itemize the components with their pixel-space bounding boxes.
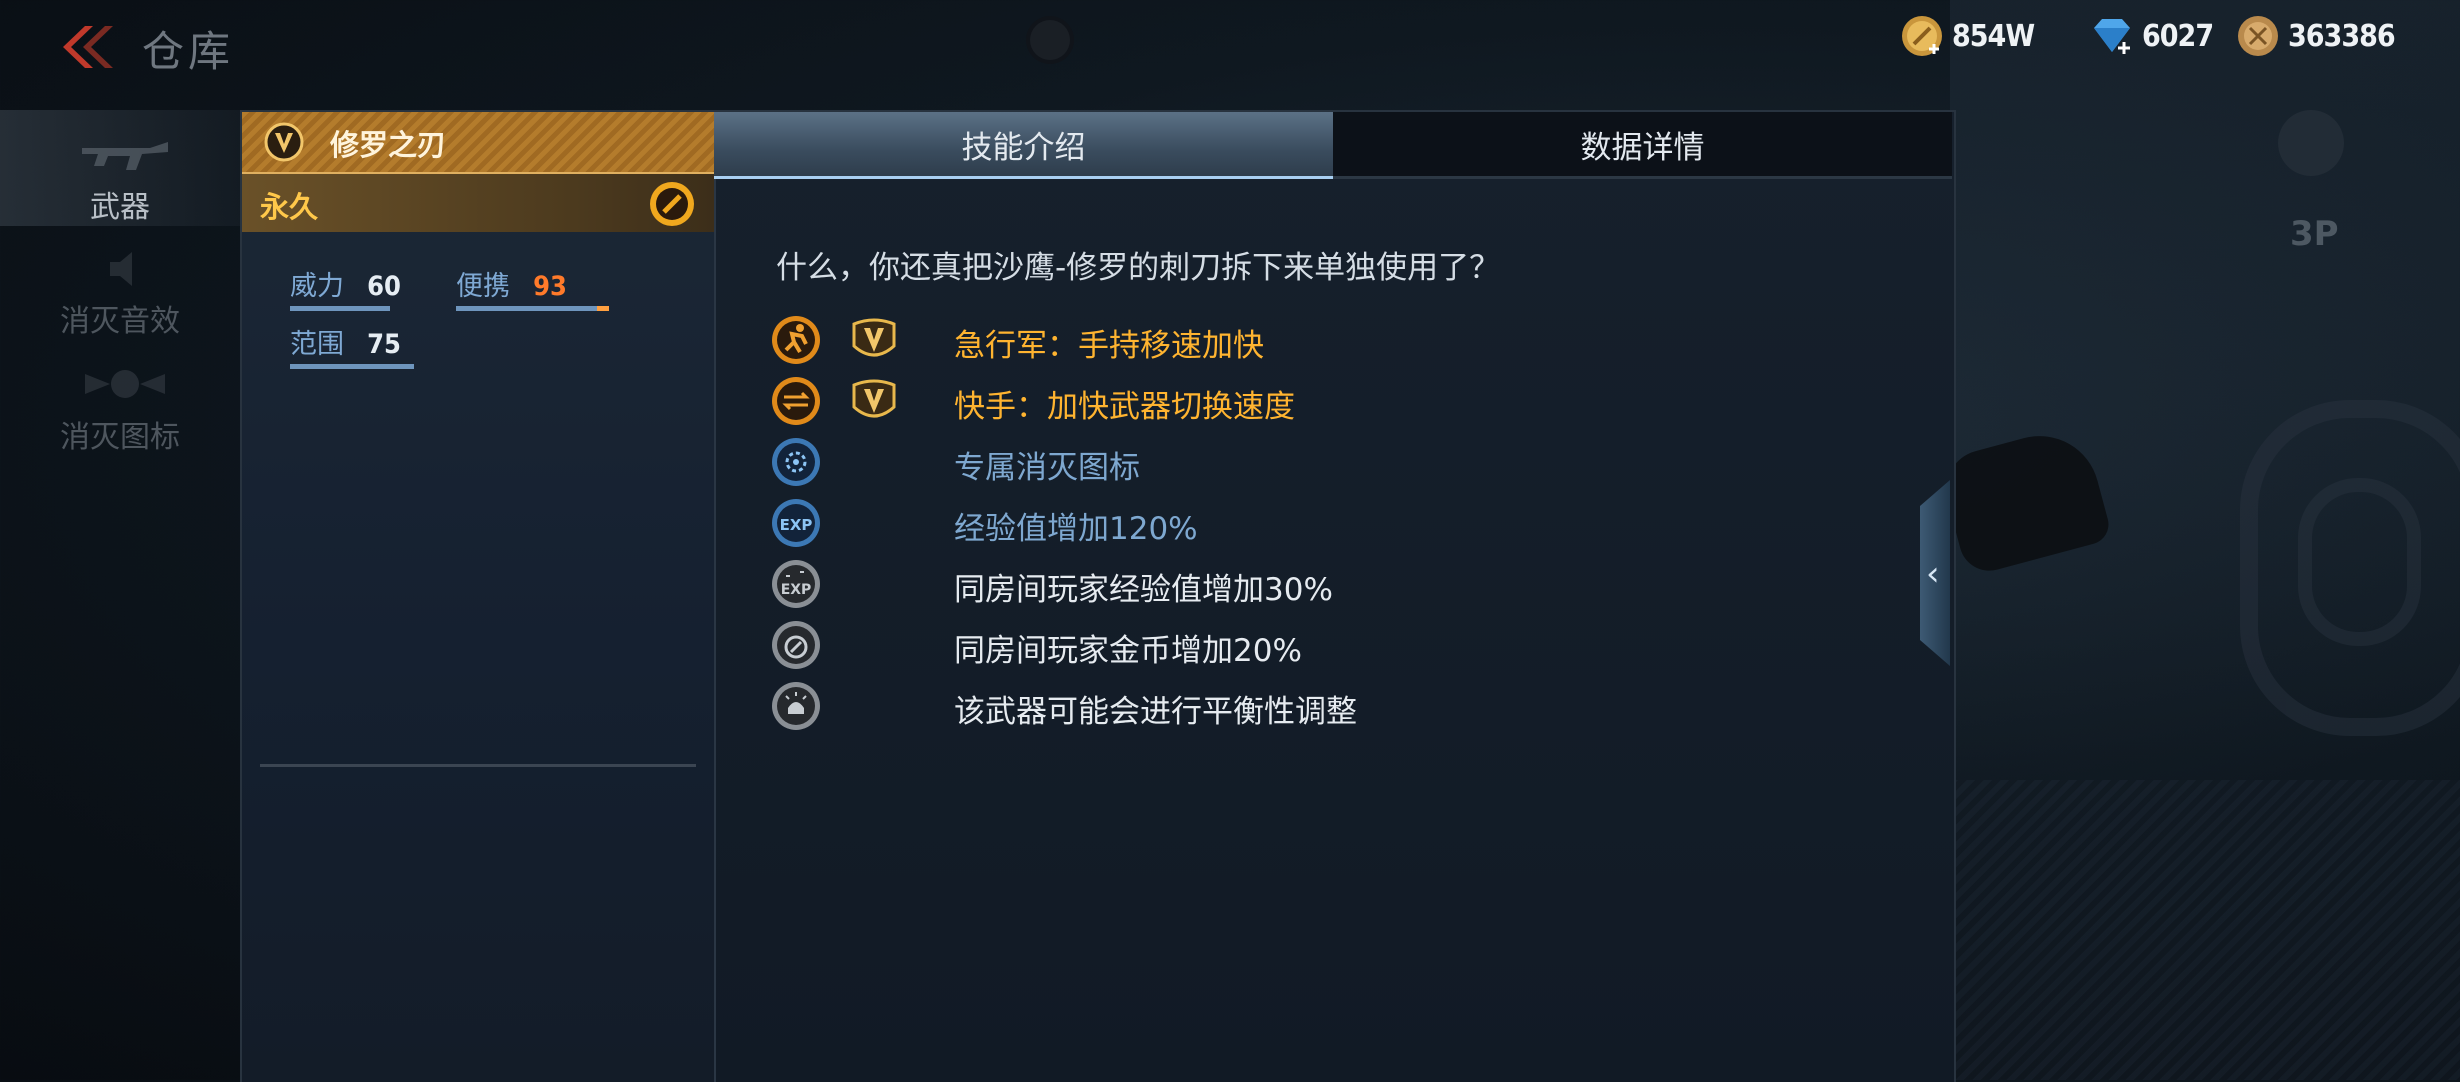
coin-currency[interactable]: 363386 <box>2236 14 2396 58</box>
detail-tabs: 技能介绍 数据详情 <box>714 112 1952 179</box>
room-gold-icon <box>772 621 820 669</box>
weapon-name: 修罗之刃 <box>330 128 447 162</box>
sound-icon <box>110 252 132 286</box>
skill-content: 什么，你还真把沙鹰-修罗的刺刀拆下来单独使用了？ 急行军：手持移速加快 快手：加… <box>714 178 1952 1082</box>
back-button[interactable] <box>55 22 115 72</box>
weapon-duration: 永久 <box>260 190 319 224</box>
skill-row: 同房间玩家金币增加20% <box>770 615 1670 676</box>
skill-text: 该武器可能会进行平衡性调整 <box>954 694 1357 730</box>
weapon-card: 修罗之刃 永久 威力 60 便携 93 范围 75 <box>242 112 716 1082</box>
view-mode-toggle[interactable]: 3P <box>2290 214 2339 254</box>
collapse-panel-handle[interactable]: ‹ <box>1920 480 1950 666</box>
skill-text: 同房间玩家金币增加20% <box>954 633 1302 669</box>
gamepad-button[interactable] <box>2278 110 2344 176</box>
background-floor <box>1950 780 2460 1080</box>
skill-row: 该武器可能会进行平衡性调整 <box>770 676 1670 737</box>
weapon-detail-panel: 修罗之刃 永久 威力 60 便携 93 范围 75 技能介绍 数据详情 什么，你… <box>240 110 1956 1082</box>
vip-v-icon <box>852 379 896 418</box>
record-indicator <box>1030 20 1070 60</box>
stat-range-bar <box>290 364 414 369</box>
stat-power-bar <box>290 306 390 311</box>
nav-label-kill-icon: 消灭图标 <box>60 420 180 455</box>
diamond-currency[interactable]: 6027 <box>2090 14 2214 58</box>
stat-power-label: 威力 <box>290 271 344 302</box>
balance-icon <box>772 682 820 730</box>
coin-icon <box>2238 16 2278 56</box>
background-target <box>2240 400 2460 736</box>
nav-item-weapon[interactable]: 武器 <box>0 110 240 226</box>
exp-icon: EXP <box>772 499 820 547</box>
nav-label-weapon: 武器 <box>90 190 150 225</box>
coin-value: 363386 <box>2288 18 2396 54</box>
stat-range: 范围 75 <box>290 322 414 369</box>
swap-icon <box>772 377 820 425</box>
skill-text: 同房间玩家经验值增加30% <box>954 572 1333 608</box>
back-arrow-icon <box>63 26 113 68</box>
stat-power: 威力 60 <box>290 264 401 311</box>
nav-item-kill-icon[interactable]: 消灭图标 <box>0 342 240 458</box>
gold-icon <box>1902 16 1942 56</box>
nav-label-kill-sound: 消灭音效 <box>60 304 180 339</box>
weapon-header: 修罗之刃 <box>242 112 714 174</box>
skull-wings-icon <box>85 370 165 398</box>
diamond-value: 6027 <box>2142 18 2214 54</box>
skill-row: EXP 经验值增加120% <box>770 493 1670 554</box>
skill-text: 专属消灭图标 <box>954 450 1140 486</box>
skill-row: 快手：加快武器切换速度 <box>770 371 1670 432</box>
stat-portability-value: 93 <box>533 271 567 302</box>
tab-skill-intro[interactable]: 技能介绍 <box>714 112 1333 179</box>
rifle-icon <box>82 142 168 170</box>
svg-text:EXP: EXP <box>780 516 813 534</box>
card-divider <box>260 764 696 767</box>
stat-portability-label: 便携 <box>456 271 510 302</box>
skill-text: 急行军：手持移速加快 <box>954 328 1264 364</box>
room-exp-icon: EXP <box>772 560 820 608</box>
nav-item-kill-sound[interactable]: 消灭音效 <box>0 226 240 342</box>
chevron-left-icon: ‹ <box>1926 554 1940 594</box>
skill-list: 急行军：手持移速加快 快手：加快武器切换速度 专属消灭图标 EXP 经验值增加1… <box>770 310 1670 737</box>
skill-row: 急行军：手持移速加快 <box>770 310 1670 371</box>
page-title: 仓库 <box>142 27 235 76</box>
knife-medal-icon <box>650 182 694 226</box>
weapon-description: 什么，你还真把沙鹰-修罗的刺刀拆下来单独使用了？ <box>776 250 1501 286</box>
stat-range-label: 范围 <box>290 329 344 360</box>
stat-power-value: 60 <box>367 271 401 302</box>
stat-portability: 便携 93 <box>456 264 609 311</box>
gold-value: 854W <box>1952 18 2035 54</box>
diamond-icon <box>2094 19 2130 54</box>
run-icon <box>772 316 820 364</box>
stat-range-value: 75 <box>367 329 401 360</box>
tab-data-details[interactable]: 数据详情 <box>1333 112 1952 179</box>
category-nav: 武器 消灭音效 消灭图标 <box>0 110 240 458</box>
vip-v-icon <box>852 318 896 357</box>
kill-icon <box>772 438 820 486</box>
skill-row: EXP 同房间玩家经验值增加30% <box>770 554 1670 615</box>
skill-text: 快手：加快武器切换速度 <box>954 389 1295 425</box>
gold-currency[interactable]: 854W <box>1900 14 2035 58</box>
skill-row: 专属消灭图标 <box>770 432 1670 493</box>
skill-text: 经验值增加120% <box>954 511 1198 547</box>
vip-v-icon <box>264 122 304 162</box>
svg-text:EXP: EXP <box>781 582 812 598</box>
stat-portability-bar <box>456 306 609 311</box>
duration-row: 永久 <box>242 174 714 232</box>
